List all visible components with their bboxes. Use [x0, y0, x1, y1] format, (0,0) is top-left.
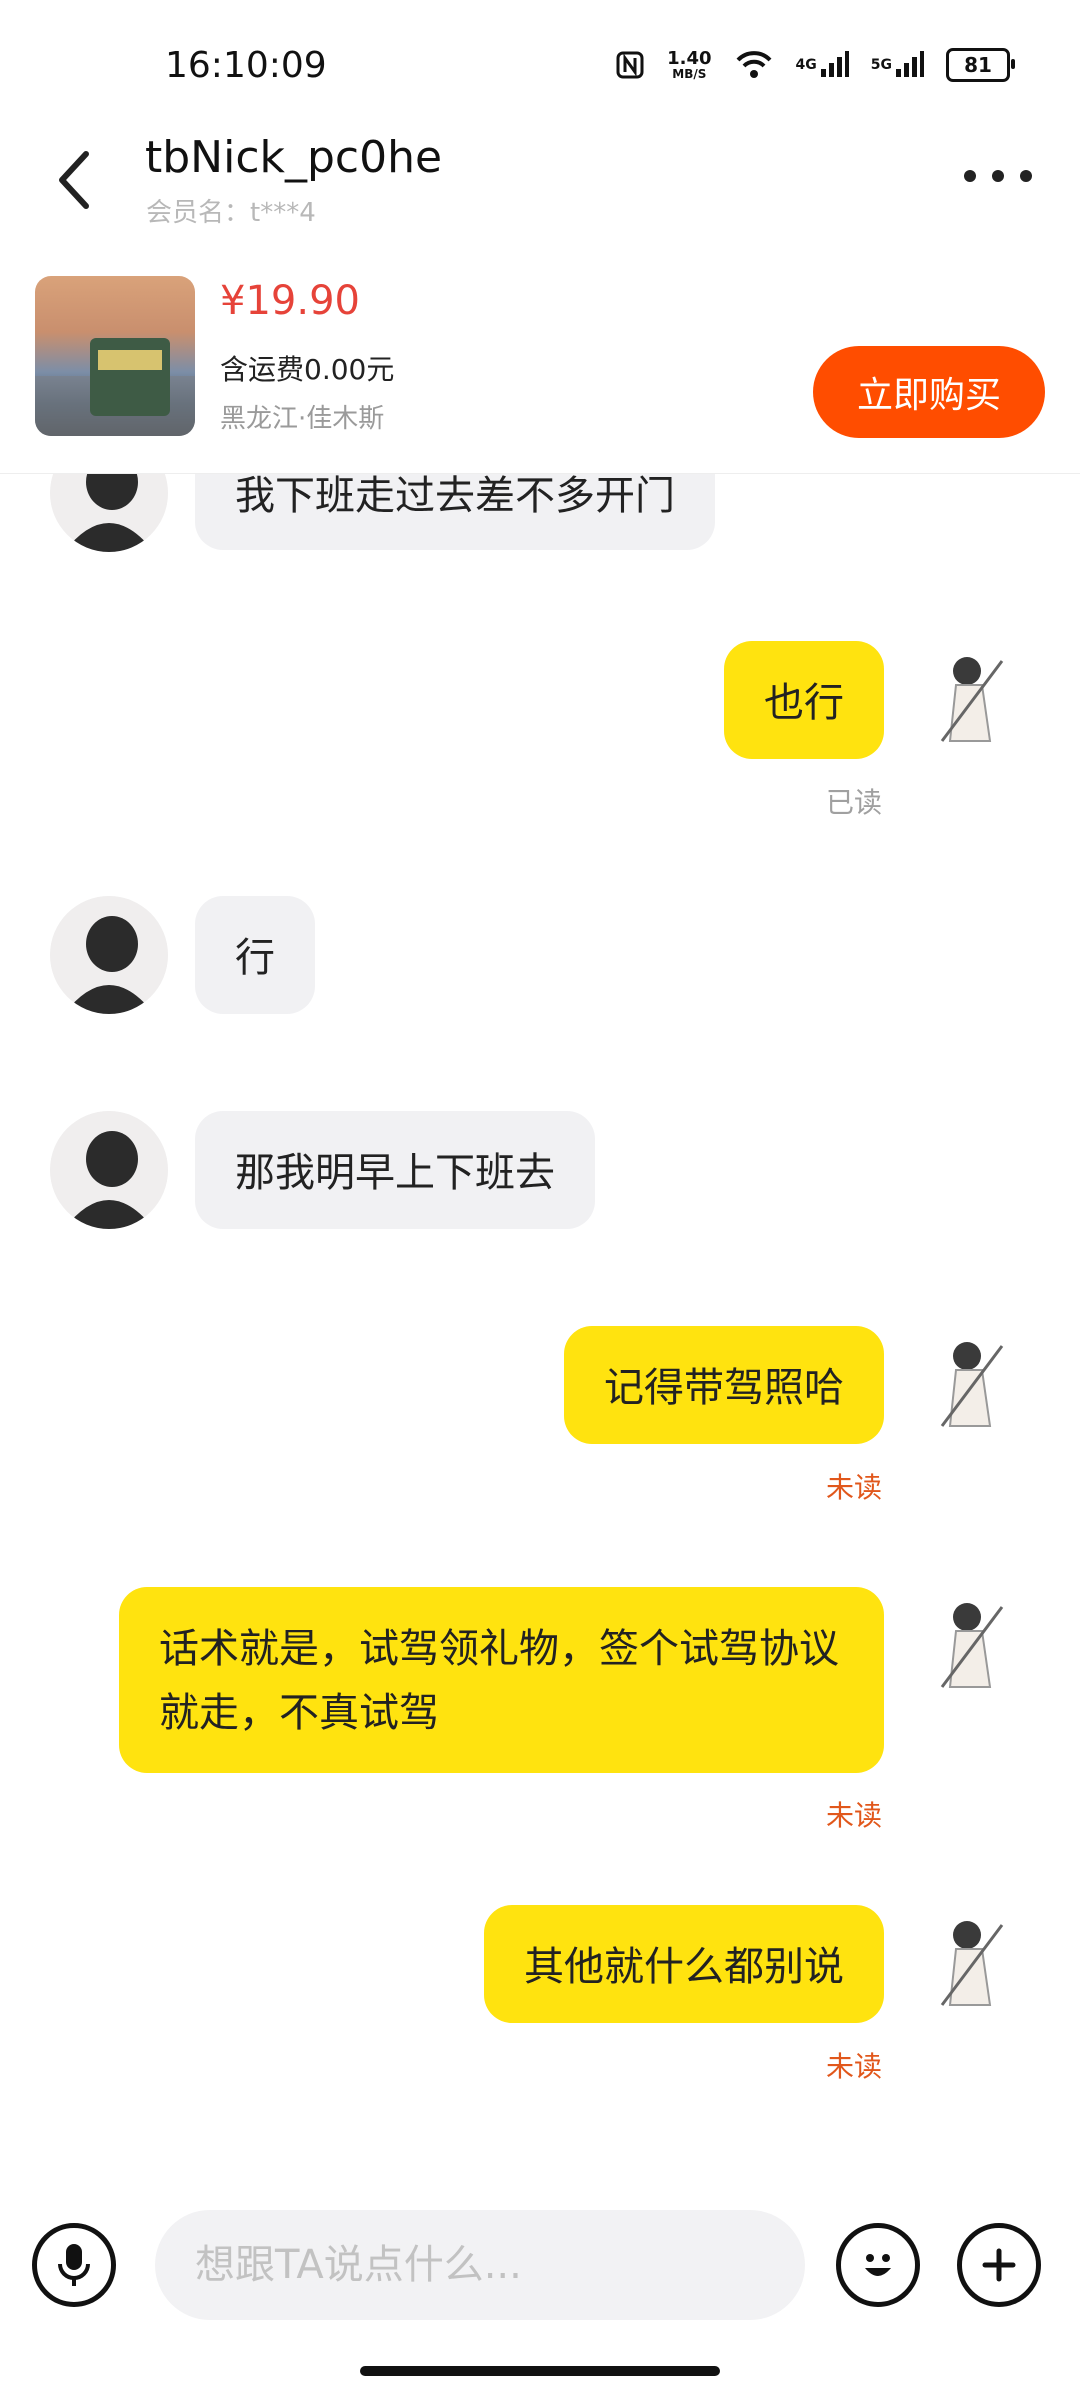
emoji-button[interactable]	[836, 2223, 920, 2307]
signal-5g-icon: 5G	[871, 51, 924, 79]
plus-icon	[982, 2248, 1016, 2282]
voice-button[interactable]	[32, 2223, 116, 2307]
signal-5g-label: 5G	[870, 57, 892, 73]
user-avatar[interactable]	[912, 1587, 1030, 1705]
buy-now-button[interactable]: 立即购买	[813, 346, 1045, 438]
signal-4g-icon: 4G	[796, 51, 849, 79]
message-bubble-incoming[interactable]: 我下班走过去差不多开门	[195, 474, 715, 550]
read-status: 已读	[825, 786, 882, 819]
product-price: ¥19.90	[220, 278, 360, 324]
more-actions-button[interactable]	[957, 2223, 1041, 2307]
home-indicator[interactable]	[360, 2366, 720, 2376]
member-name: 会员名：t***4	[146, 198, 316, 228]
battery-icon: 81	[946, 48, 1015, 82]
product-shipping: 含运费0.00元	[220, 353, 395, 386]
message-bubble-outgoing[interactable]: 话术就是，试驾领礼物，签个试驾协议就走，不真试驾	[119, 1587, 884, 1773]
status-time: 16:10:09	[165, 45, 327, 86]
unread-status: 未读	[825, 2050, 882, 2083]
contact-avatar[interactable]	[50, 474, 168, 552]
user-avatar[interactable]	[912, 1905, 1030, 2023]
status-bar: 16:10:09 1.40 MB/S 4G 5G 81	[0, 0, 1080, 130]
network-speed: 1.40 MB/S	[667, 48, 712, 81]
user-avatar[interactable]	[912, 1326, 1030, 1444]
microphone-icon	[58, 2244, 90, 2286]
back-button[interactable]	[48, 140, 108, 220]
product-location: 黑龙江·佳木斯	[220, 404, 385, 434]
message-bubble-outgoing[interactable]: 也行	[724, 641, 884, 759]
more-options-button[interactable]	[964, 170, 1032, 182]
unread-status: 未读	[825, 1471, 882, 1504]
more-dot-icon	[1020, 170, 1032, 182]
smiley-icon	[865, 2254, 891, 2276]
message-list[interactable]: 我下班走过去差不多开门 也行 已读 行 那我明早上下班去 记得带驾照哈 未读 话…	[0, 474, 1080, 2174]
input-bar	[0, 2175, 1080, 2335]
product-thumbnail[interactable]	[35, 276, 195, 436]
user-avatar[interactable]	[912, 641, 1030, 759]
status-icons: 1.40 MB/S 4G 5G 81	[615, 48, 1015, 82]
unread-status: 未读	[825, 1799, 882, 1832]
message-bubble-incoming[interactable]: 行	[195, 896, 315, 1014]
contact-avatar[interactable]	[50, 896, 168, 1014]
network-speed-unit: MB/S	[672, 67, 707, 81]
message-bubble-outgoing[interactable]: 其他就什么都别说	[484, 1905, 884, 2023]
signal-4g-label: 4G	[795, 57, 817, 73]
contact-avatar[interactable]	[50, 1111, 168, 1229]
product-card[interactable]: ¥19.90 含运费0.00元 黑龙江·佳木斯 立即购买	[0, 258, 1080, 474]
nfc-icon	[615, 50, 645, 80]
chevron-left-icon	[59, 151, 89, 209]
more-dot-icon	[964, 170, 976, 182]
message-bubble-outgoing[interactable]: 记得带驾照哈	[564, 1326, 884, 1444]
message-input[interactable]	[155, 2210, 805, 2320]
battery-level: 81	[964, 53, 992, 77]
more-dot-icon	[992, 170, 1004, 182]
message-bubble-incoming[interactable]: 那我明早上下班去	[195, 1111, 595, 1229]
network-speed-value: 1.40	[667, 48, 712, 69]
wifi-icon	[734, 50, 774, 80]
chat-header: tbNick_pc0he 会员名：t***4	[0, 130, 1080, 240]
contact-name[interactable]: tbNick_pc0he	[145, 132, 442, 183]
